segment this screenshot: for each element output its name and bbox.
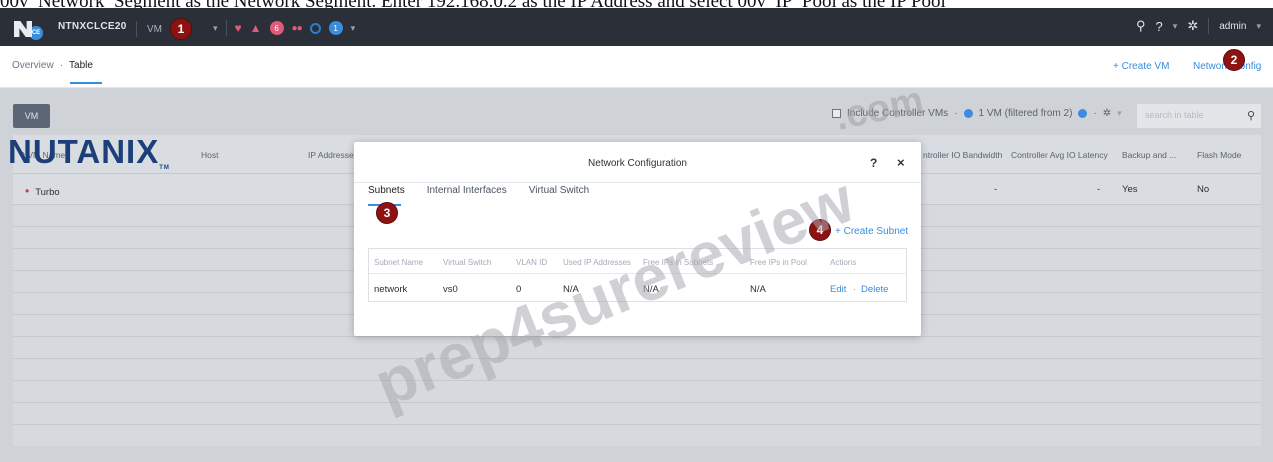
toolbar-separator: ·	[954, 108, 958, 119]
chevron-down-icon[interactable]: ▾	[1256, 21, 1261, 32]
include-cvms-label: Include Controller VMs	[847, 108, 949, 119]
modal-header: Network Configuration ? ×	[354, 142, 921, 183]
chevron-down-icon[interactable]: ▾	[1117, 108, 1122, 119]
gear-icon[interactable]: ✲	[1103, 108, 1111, 119]
subnets-table: Subnet Name Virtual Switch VLAN ID Used …	[368, 248, 907, 302]
bell-icon[interactable]: ▲	[250, 21, 262, 35]
table-row	[13, 336, 1261, 358]
filter-summary: 1 VM (filtered from 2)	[978, 108, 1073, 119]
dots-icon: ●●	[291, 22, 303, 34]
close-icon[interactable]: ×	[897, 155, 905, 170]
table-row	[13, 424, 1261, 446]
toolbar-separator: ·	[1093, 108, 1097, 119]
column-ip-addresses[interactable]: IP Addresse	[308, 150, 354, 160]
divider	[136, 21, 137, 37]
column-host[interactable]: Host	[201, 150, 218, 160]
virtual-switch-cell: vs0	[443, 284, 458, 295]
vm-menu[interactable]: VM 1	[136, 18, 192, 40]
column-controller-io-bandwidth[interactable]: ntroller IO Bandwidth	[923, 150, 1002, 160]
delete-link[interactable]: Delete	[861, 284, 888, 295]
view-subbar: Overview · Table + Create VM Network Con…	[0, 46, 1273, 88]
io-latency-cell: -	[1097, 184, 1101, 195]
info-icon[interactable]	[1078, 109, 1088, 118]
breadcrumb: Overview · Table	[12, 60, 93, 71]
column-used-ip-addresses: Used IP Addresses	[563, 258, 631, 267]
divider	[225, 20, 227, 36]
table-row	[13, 380, 1261, 402]
gear-icon[interactable]: ✲	[1187, 18, 1198, 34]
status-icons: ▾ ♥ ▲ 6 ●● 1 ▾	[213, 20, 355, 36]
tab-overview[interactable]: Overview	[12, 60, 54, 71]
tab-virtual-switch[interactable]: Virtual Switch	[529, 185, 589, 196]
modal-tabs: Subnets Internal Interfaces Virtual Swit…	[368, 185, 589, 196]
column-free-ips-subnets: Free IPs in Subnets	[643, 258, 714, 267]
ring-icon[interactable]	[309, 22, 321, 34]
top-navigation-bar: CE NTNXCLCE20 VM 1 ▾ ♥ ▲ 6 ●● 1 ▾ ⚲ ? ▾ …	[0, 8, 1273, 46]
chevron-down-icon[interactable]: ▾	[213, 23, 218, 34]
column-free-ips-pool: Free IPs in Pool	[750, 258, 807, 267]
callout-badge-3: 3	[376, 202, 398, 224]
tab-table[interactable]: Table	[69, 60, 93, 71]
include-cvms-checkbox[interactable]	[832, 109, 841, 118]
table-row	[13, 358, 1261, 380]
column-vlan-id: VLAN ID	[516, 258, 548, 267]
nutanix-n-icon	[14, 21, 32, 37]
vm-menu-label[interactable]: VM	[147, 24, 162, 35]
column-controller-avg-io-latency[interactable]: Controller Avg IO Latency	[1011, 150, 1108, 160]
topbar-right-icons: ⚲ ? ▾ ✲ admin ▾	[1136, 18, 1261, 34]
active-tab-underline	[70, 82, 102, 84]
table-row	[13, 402, 1261, 424]
search-placeholder: search in table	[1145, 110, 1204, 120]
help-icon[interactable]: ?	[870, 156, 877, 170]
flash-mode-cell: No	[1197, 184, 1210, 195]
breadcrumb-separator: ·	[59, 60, 64, 71]
column-backup[interactable]: Backup and ...	[1122, 150, 1176, 160]
create-subnet-link[interactable]: + Create Subnet	[835, 226, 908, 237]
chevron-down-icon[interactable]: ▾	[351, 23, 356, 34]
help-icon[interactable]: ?	[1156, 19, 1163, 34]
divider	[1208, 18, 1210, 34]
modal-title: Network Configuration	[588, 158, 687, 169]
user-menu[interactable]: admin	[1219, 21, 1246, 32]
table-row: network vs0 0 N/A N/A N/A Edit · Delete	[369, 273, 906, 301]
column-virtual-switch: Virtual Switch	[443, 258, 492, 267]
column-flash-mode[interactable]: Flash Mode	[1197, 150, 1241, 160]
table-toolbar: Include Controller VMs · 1 VM (filtered …	[832, 108, 1122, 119]
instruction-caption: 00v_Network_Segment as the Network Segme…	[0, 0, 1273, 8]
callout-badge-4: 4	[809, 219, 831, 241]
nutanix-logo[interactable]: CE	[14, 18, 43, 40]
vm-name-cell[interactable]: • Turbo	[25, 184, 60, 198]
vm-filter-button[interactable]: VM	[13, 104, 50, 128]
io-bandwidth-cell: -	[994, 184, 998, 195]
chevron-down-icon[interactable]: ▾	[1173, 21, 1178, 32]
callout-badge-1: 1	[170, 18, 192, 40]
status-dot-icon: •	[25, 184, 30, 198]
search-icon[interactable]: ⚲	[1136, 18, 1146, 34]
subnet-name-cell: network	[374, 284, 408, 295]
search-icon[interactable]: ⚲	[1247, 109, 1255, 122]
edit-link[interactable]: Edit	[830, 284, 846, 295]
table-search-input[interactable]: search in table ⚲	[1137, 104, 1261, 128]
tab-internal-interfaces[interactable]: Internal Interfaces	[427, 185, 507, 196]
column-subnet-name: Subnet Name	[374, 258, 423, 267]
filter-icon[interactable]	[963, 109, 973, 118]
heart-icon[interactable]: ♥	[235, 21, 242, 35]
vlan-id-cell: 0	[516, 284, 522, 295]
create-vm-link[interactable]: + Create VM	[1113, 61, 1169, 72]
free-ips-subnet-cell: N/A	[643, 284, 659, 295]
cluster-name[interactable]: NTNXCLCE20	[58, 21, 127, 32]
callout-badge-2: 2	[1223, 49, 1245, 71]
free-ips-pool-cell: N/A	[750, 284, 766, 295]
network-configuration-modal: Network Configuration ? × Subnets Intern…	[354, 142, 921, 336]
tab-subnets[interactable]: Subnets	[368, 185, 405, 196]
column-actions: Actions	[830, 258, 857, 267]
nutanix-brand-logo: NUTANIXTM	[8, 133, 170, 171]
action-separator: ·	[853, 284, 857, 295]
alert-count-badge[interactable]: 6	[269, 21, 284, 35]
backup-cell: Yes	[1122, 184, 1138, 195]
task-count-badge[interactable]: 1	[328, 21, 343, 35]
used-ip-cell: N/A	[563, 284, 579, 295]
